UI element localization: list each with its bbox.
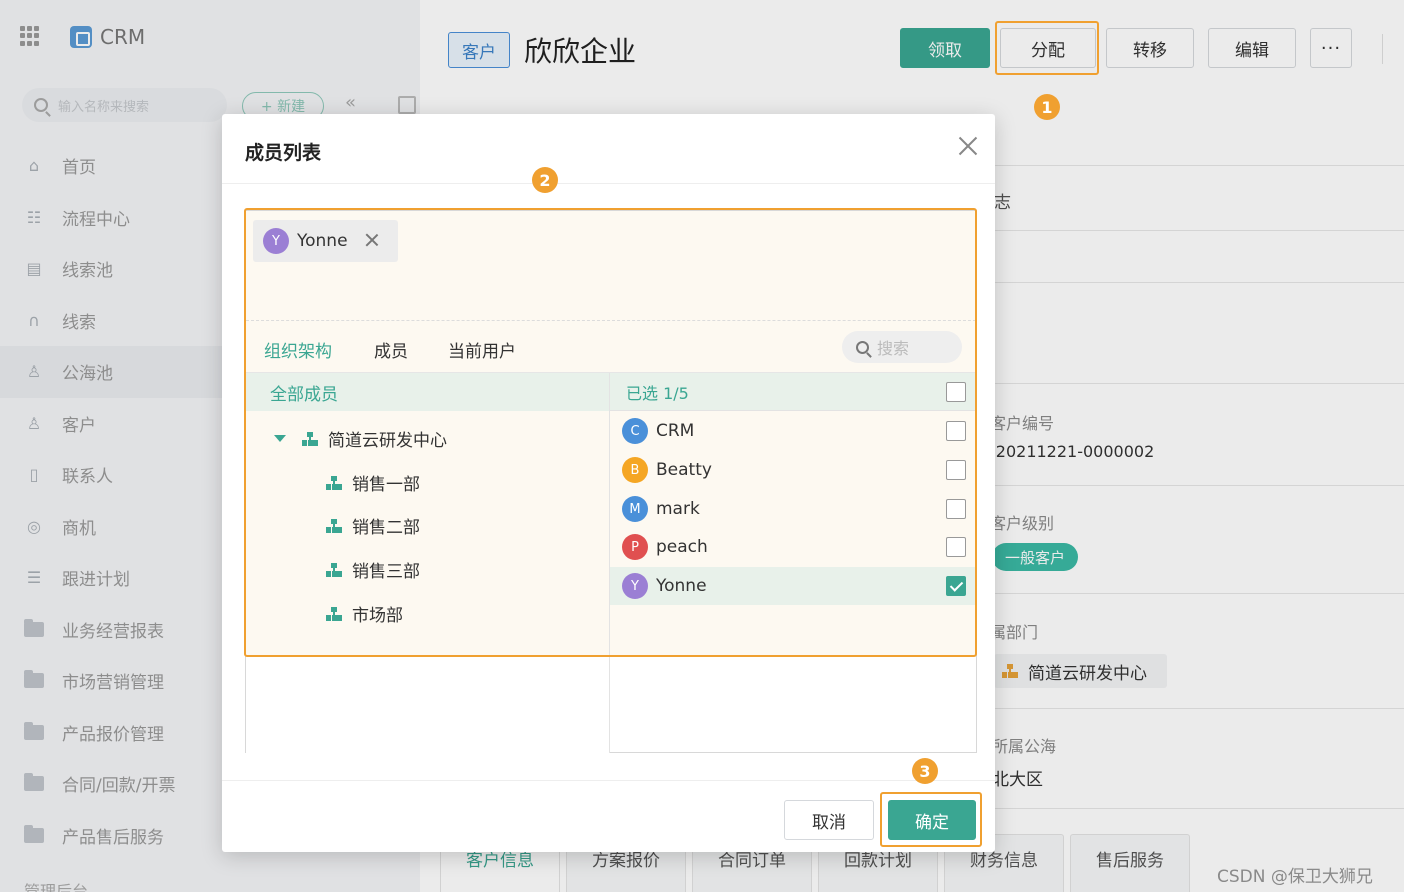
divider xyxy=(222,780,995,781)
highlight-picker xyxy=(244,208,977,657)
cancel-button[interactable]: 取消 xyxy=(784,800,874,840)
highlight-confirm xyxy=(880,792,982,847)
close-icon[interactable] xyxy=(956,134,980,158)
watermark: CSDN @保卫大狮兄 xyxy=(1217,867,1373,887)
dialog-title: 成员列表 xyxy=(245,142,322,164)
highlight-assign xyxy=(995,21,1099,75)
step-badge-3: 3 xyxy=(912,758,938,784)
divider xyxy=(222,183,995,184)
step-badge-1: 1 xyxy=(1034,94,1060,120)
step-badge-2: 2 xyxy=(532,167,558,193)
